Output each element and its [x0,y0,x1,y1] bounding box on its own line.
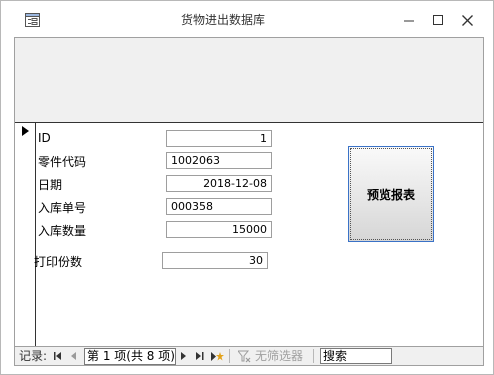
maximize-button[interactable] [426,9,450,31]
window-title: 货物进出数据库 [180,13,265,27]
part-code-label: 零件代码 [38,155,87,169]
form-body: ID 1 零件代码 1002063 日期 2018-12-08 入库单号 000… [14,37,484,347]
next-record-button[interactable] [179,347,189,365]
access-form-window: 货物进出数据库 ID 1 零件代码 1002063 日期 2018-12-08 … [0,0,494,375]
close-icon [461,14,473,26]
preview-report-button[interactable]: 预览报表 [348,146,434,242]
nav-separator [313,349,314,363]
quantity-field[interactable]: 15000 [166,221,272,238]
receipt-no-field[interactable]: 000358 [166,198,272,215]
form-header-section [15,38,483,123]
first-record-button[interactable] [53,347,63,365]
title-bar[interactable]: 货物进出数据库 [1,1,493,37]
record-navigation-bar: 记录: 第 1 项(共 8 项) 无筛选器 搜索 [14,346,484,366]
last-record-icon [196,352,204,360]
previous-record-icon [71,352,76,360]
nav-separator [229,349,230,363]
new-record-button[interactable] [210,347,224,365]
filter-toggle-button[interactable] [237,347,251,365]
date-label: 日期 [38,178,63,192]
record-label: 记录: [19,349,48,363]
id-label: ID [38,131,51,145]
close-button[interactable] [455,9,479,31]
id-field[interactable]: 1 [166,130,272,147]
current-record-arrow-icon [22,126,29,136]
current-record-box[interactable]: 第 1 项(共 8 项) [84,348,176,365]
record-selector[interactable] [15,123,36,346]
minimize-icon [404,20,414,22]
last-record-button[interactable] [195,347,205,365]
previous-record-button[interactable] [69,347,79,365]
next-record-icon [181,352,186,360]
maximize-icon [433,15,443,25]
first-record-icon [54,352,61,360]
print-count-field[interactable]: 30 [162,252,268,269]
date-field[interactable]: 2018-12-08 [166,175,272,192]
quantity-label: 入库数量 [38,224,87,238]
part-code-field[interactable]: 1002063 [166,152,272,169]
minimize-button[interactable] [397,9,421,31]
receipt-no-label: 入库单号 [38,201,87,215]
no-filter-label[interactable]: 无筛选器 [255,347,303,365]
search-input[interactable]: 搜索 [320,348,392,364]
filter-icon [237,350,250,362]
print-count-label: 打印份数 [34,255,83,269]
new-record-icon [210,351,224,361]
